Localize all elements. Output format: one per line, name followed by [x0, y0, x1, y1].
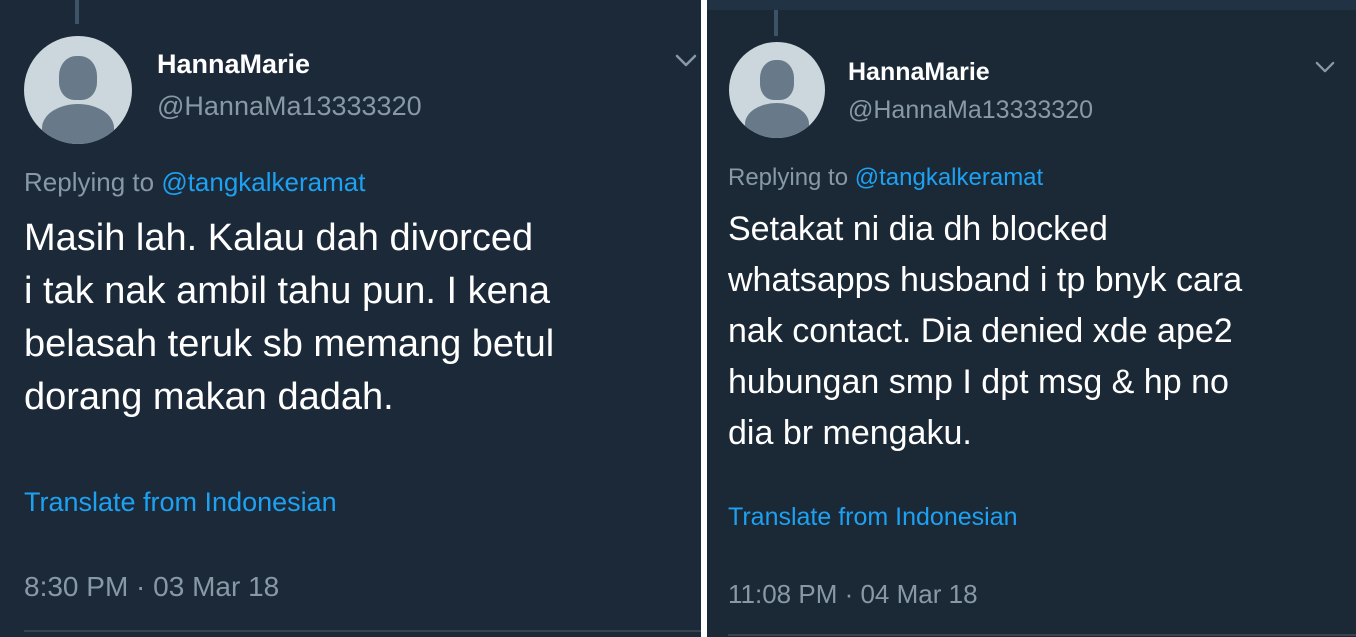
- default-avatar-icon: [760, 60, 794, 100]
- display-name[interactable]: HannaMarie: [157, 49, 310, 80]
- tweet-text-line: belasah teruk sb memang betul: [24, 323, 555, 365]
- tweet-text-line: Setakat ni dia dh blocked: [728, 210, 1108, 248]
- display-name[interactable]: HannaMarie: [848, 58, 990, 87]
- divider: [24, 630, 701, 632]
- tweet-text: Setakat ni dia dh blocked whatsapps husb…: [728, 204, 1242, 459]
- tweet-timestamp[interactable]: 11:08 PM · 04 Mar 18: [728, 579, 978, 610]
- default-avatar-body: [42, 104, 114, 144]
- replying-to-mention[interactable]: @tangkalkeramat: [855, 164, 1043, 191]
- replying-to: Replying to @tangkalkeramat: [24, 167, 365, 198]
- translate-link[interactable]: Translate from Indonesian: [728, 503, 1018, 532]
- screenshot-canvas: HannaMarie @HannaMa13333320 Replying to …: [0, 0, 1356, 637]
- tweet-text-line: nak contact. Dia denied xde ape2: [728, 312, 1233, 350]
- default-avatar-body: [745, 103, 809, 138]
- tweet-panel-left: HannaMarie @HannaMa13333320 Replying to …: [0, 0, 701, 637]
- tweet-text-line: Masih lah. Kalau dah divorced: [24, 217, 534, 259]
- replying-prefix: Replying to: [24, 167, 162, 197]
- tweet-text-line: whatsapps husband i tp bnyk cara: [728, 261, 1243, 299]
- tweet-text: Masih lah. Kalau dah divorced i tak nak …: [24, 212, 554, 424]
- thread-connector-line: [75, 0, 79, 24]
- divider: [728, 634, 1356, 636]
- top-border: [707, 0, 1356, 10]
- thread-connector-line: [774, 10, 778, 36]
- translate-link[interactable]: Translate from Indonesian: [24, 487, 337, 518]
- replying-to-mention[interactable]: @tangkalkeramat: [161, 167, 365, 197]
- chevron-down-icon[interactable]: [1315, 61, 1335, 74]
- tweet-timestamp[interactable]: 8:30 PM · 03 Mar 18: [24, 571, 279, 603]
- tweet-text-line: hubungan smp I dpt msg & hp no: [728, 363, 1229, 401]
- tweet-text-line: i tak nak ambil tahu pun. I kena: [24, 270, 550, 312]
- tweet-panel-right: HannaMarie @HannaMa13333320 Replying to …: [707, 0, 1356, 637]
- avatar[interactable]: [24, 36, 132, 144]
- user-handle[interactable]: @HannaMa13333320: [157, 91, 422, 122]
- tweet-text-line: dorang makan dadah.: [24, 376, 394, 418]
- replying-to: Replying to @tangkalkeramat: [728, 164, 1043, 192]
- user-handle[interactable]: @HannaMa13333320: [848, 96, 1093, 125]
- replying-prefix: Replying to: [728, 164, 855, 191]
- chevron-down-icon[interactable]: [675, 54, 697, 68]
- avatar[interactable]: [729, 42, 825, 138]
- default-avatar-icon: [59, 56, 97, 100]
- tweet-text-line: dia br mengaku.: [728, 414, 972, 452]
